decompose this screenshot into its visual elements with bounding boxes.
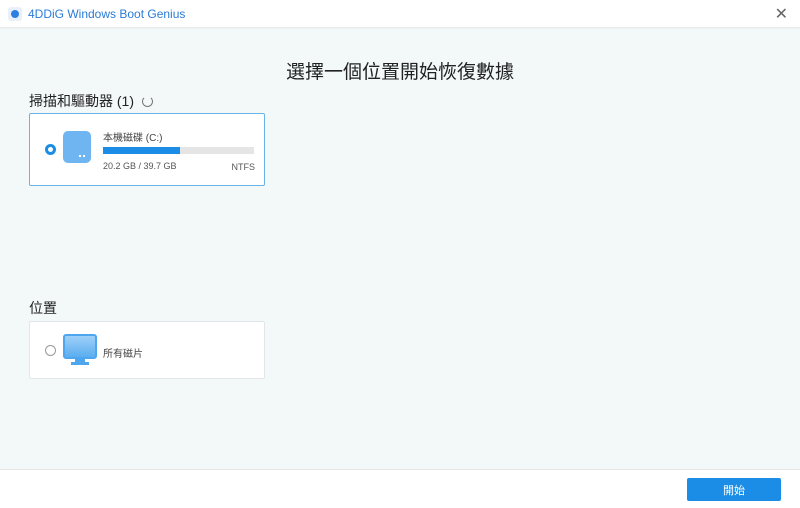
monitor-icon	[63, 334, 97, 359]
title-bar: 4DDiG Windows Boot Genius ✕	[0, 0, 800, 27]
page-title: 選擇一個位置開始恢復數據	[285, 62, 514, 83]
location-section-title: 位置	[29, 300, 57, 316]
location-name: 所有磁片	[103, 349, 143, 360]
drives-section-title: 掃描和驅動器 (1)	[29, 93, 134, 109]
refresh-icon[interactable]	[142, 95, 153, 107]
drive-name: 本機磁碟 (C:)	[103, 133, 163, 144]
close-icon[interactable]: ✕	[775, 4, 788, 24]
drive-filesystem: NTFS	[231, 162, 256, 172]
app-logo-icon	[8, 6, 22, 21]
drive-radio[interactable]	[45, 144, 56, 155]
location-card-all-disks[interactable]: 所有磁片	[29, 321, 265, 379]
drives-section-header: 掃描和驅動器 (1)	[29, 91, 153, 111]
drive-usage-fill	[103, 147, 180, 154]
app-title: 4DDiG Windows Boot Genius	[28, 6, 186, 21]
monitor-base	[71, 362, 89, 365]
footer: 開始	[0, 469, 800, 508]
drive-icon	[63, 131, 91, 163]
start-button[interactable]: 開始	[687, 478, 781, 501]
drive-card-c[interactable]: 本機磁碟 (C:) 20.2 GB / 39.7 GB NTFS	[29, 113, 265, 186]
location-radio[interactable]	[45, 345, 56, 356]
drive-usage-text: 20.2 GB / 39.7 GB	[103, 161, 177, 171]
drive-usage-bar	[103, 147, 254, 154]
location-section-header: 位置	[29, 298, 57, 318]
